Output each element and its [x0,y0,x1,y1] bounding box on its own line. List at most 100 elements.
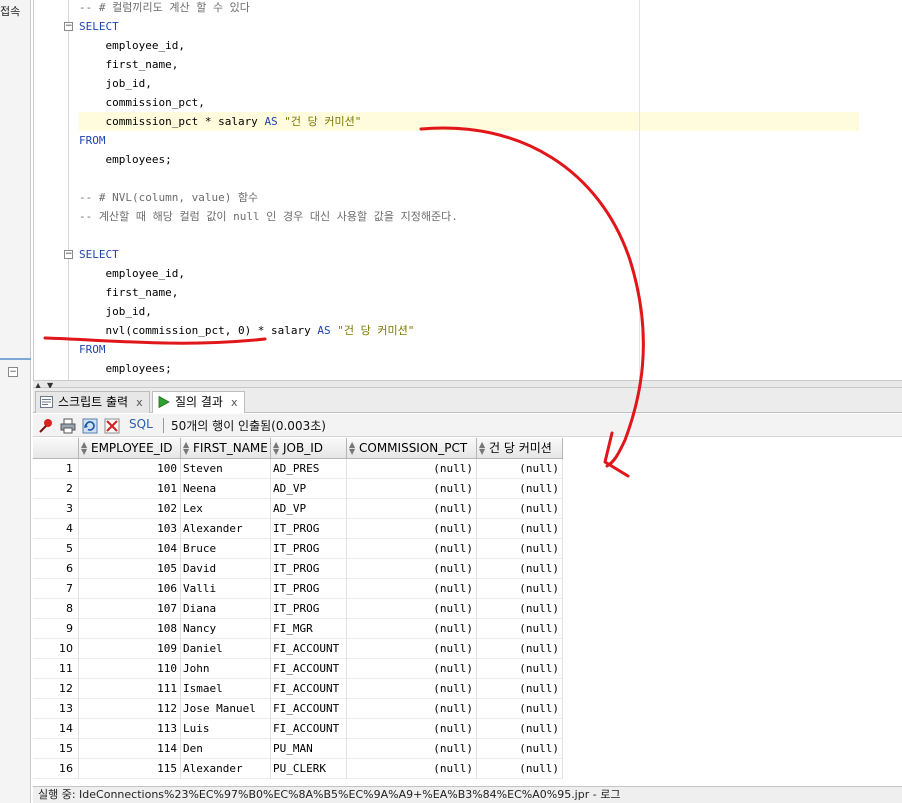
commission-per-sale-cell[interactable]: (null) [477,639,563,659]
table-row[interactable]: 5 104 Bruce IT_PROG (null) (null) [33,539,563,559]
code-line[interactable]: job_id, [79,74,151,93]
employee-id-cell[interactable]: 108 [79,619,181,639]
code-line[interactable]: -- # NVL(column, value) 함수 [79,188,258,207]
collapse-icon[interactable]: − [8,367,18,377]
code-line[interactable]: employee_id, [79,264,184,283]
code-line[interactable]: first_name, [79,283,178,302]
commission-per-sale-cell[interactable]: (null) [477,579,563,599]
employee-id-cell[interactable]: 112 [79,699,181,719]
job-id-cell[interactable]: FI_ACCOUNT [271,699,347,719]
tab-query-result[interactable]: 질의 결과 x [152,391,245,413]
code-line[interactable]: employees; [79,359,171,378]
editor-results-splitter[interactable]: ▲ ▼ [33,380,902,390]
commission-per-sale-cell[interactable]: (null) [477,499,563,519]
job-id-cell[interactable]: IT_PROG [271,539,347,559]
table-row[interactable]: 3 102 Lex AD_VP (null) (null) [33,499,563,519]
column-header[interactable]: ▲ ▼ FIRST_NAME [181,438,271,459]
fold-toggle-icon[interactable]: − [64,250,73,259]
job-id-cell[interactable]: FI_ACCOUNT [271,679,347,699]
employee-id-cell[interactable]: 113 [79,719,181,739]
first-name-cell[interactable]: Daniel [181,639,271,659]
sort-icon[interactable]: ▲ ▼ [81,441,87,456]
code-line[interactable]: employee_id, [79,36,184,55]
code-line[interactable]: first_name, [79,55,178,74]
employee-id-cell[interactable]: 110 [79,659,181,679]
sql-worksheet-editor[interactable]: − − -- # 컬럼끼리도 계산 할 수 있다 SELECT employee_… [33,0,902,380]
commission-per-sale-cell[interactable]: (null) [477,619,563,639]
employee-id-cell[interactable]: 102 [79,499,181,519]
job-id-cell[interactable]: IT_PROG [271,559,347,579]
job-id-cell[interactable]: IT_PROG [271,579,347,599]
job-id-cell[interactable]: AD_VP [271,479,347,499]
first-name-cell[interactable]: Neena [181,479,271,499]
tab-script-output[interactable]: 스크립트 출력 x [35,391,150,413]
table-row[interactable]: 4 103 Alexander IT_PROG (null) (null) [33,519,563,539]
sql-button[interactable]: SQL [129,417,153,431]
commission-per-sale-cell[interactable]: (null) [477,519,563,539]
job-id-cell[interactable]: IT_PROG [271,599,347,619]
commission-pct-cell[interactable]: (null) [347,479,477,499]
column-header[interactable]: ▲ ▼ COMMISSION_PCT [347,438,477,459]
first-name-cell[interactable]: Lex [181,499,271,519]
table-row[interactable]: 11 110 John FI_ACCOUNT (null) (null) [33,659,563,679]
first-name-cell[interactable]: Jose Manuel [181,699,271,719]
code-line[interactable]: commission_pct, [79,93,204,112]
commission-pct-cell[interactable]: (null) [347,659,477,679]
code-line[interactable]: SELECT [79,17,119,36]
first-name-cell[interactable]: Den [181,739,271,759]
first-name-cell[interactable]: Luis [181,719,271,739]
table-row[interactable]: 9 108 Nancy FI_MGR (null) (null) [33,619,563,639]
job-id-cell[interactable]: FI_ACCOUNT [271,719,347,739]
code-line[interactable]: employees; [79,150,171,169]
employee-id-cell[interactable]: 106 [79,579,181,599]
commission-pct-cell[interactable]: (null) [347,699,477,719]
employee-id-cell[interactable]: 109 [79,639,181,659]
fold-toggle-icon[interactable]: − [64,22,73,31]
table-row[interactable]: 10 109 Daniel FI_ACCOUNT (null) (null) [33,639,563,659]
first-name-cell[interactable]: Alexander [181,519,271,539]
table-row[interactable]: 14 113 Luis FI_ACCOUNT (null) (null) [33,719,563,739]
code-line[interactable]: job_id, [79,302,151,321]
job-id-cell[interactable]: PU_MAN [271,739,347,759]
code-line[interactable]: FROM [79,131,106,150]
pin-icon[interactable] [38,418,54,434]
code-line[interactable]: nvl(commission_pct, 0) * salary AS "건 당 … [79,321,414,340]
first-name-cell[interactable]: Ismael [181,679,271,699]
commission-per-sale-cell[interactable]: (null) [477,739,563,759]
commission-per-sale-cell[interactable]: (null) [477,699,563,719]
employee-id-cell[interactable]: 111 [79,679,181,699]
commission-per-sale-cell[interactable]: (null) [477,559,563,579]
job-id-cell[interactable]: IT_PROG [271,519,347,539]
close-icon[interactable]: x [136,396,143,409]
employee-id-cell[interactable]: 100 [79,459,181,479]
employee-id-cell[interactable]: 107 [79,599,181,619]
commission-pct-cell[interactable]: (null) [347,619,477,639]
job-id-cell[interactable]: AD_VP [271,499,347,519]
sort-icon[interactable]: ▲ ▼ [349,441,355,456]
sort-icon[interactable]: ▲ ▼ [183,441,189,456]
sort-icon[interactable]: ▲ ▼ [479,441,485,456]
commission-per-sale-cell[interactable]: (null) [477,659,563,679]
column-header[interactable]: ▲ ▼ EMPLOYEE_ID [79,438,181,459]
commission-pct-cell[interactable]: (null) [347,679,477,699]
commission-pct-cell[interactable]: (null) [347,579,477,599]
code-line[interactable]: -- # 컬럼끼리도 계산 할 수 있다 [79,0,250,17]
first-name-cell[interactable]: Diana [181,599,271,619]
commission-pct-cell[interactable]: (null) [347,739,477,759]
column-header[interactable]: ▲ ▼ JOB_ID [271,438,347,459]
commission-pct-cell[interactable]: (null) [347,499,477,519]
commission-per-sale-cell[interactable]: (null) [477,539,563,559]
close-icon[interactable]: x [231,396,238,409]
refresh-icon[interactable] [82,418,98,434]
column-header[interactable]: ▲ ▼ 건 당 커미션 [477,438,563,459]
commission-pct-cell[interactable]: (null) [347,519,477,539]
job-id-cell[interactable]: FI_ACCOUNT [271,659,347,679]
job-id-cell[interactable]: AD_PRES [271,459,347,479]
first-name-cell[interactable]: Nancy [181,619,271,639]
first-name-cell[interactable]: Alexander [181,759,271,779]
commission-per-sale-cell[interactable]: (null) [477,459,563,479]
cancel-query-icon[interactable] [104,418,120,434]
employee-id-cell[interactable]: 101 [79,479,181,499]
table-row[interactable]: 6 105 David IT_PROG (null) (null) [33,559,563,579]
employee-id-cell[interactable]: 114 [79,739,181,759]
